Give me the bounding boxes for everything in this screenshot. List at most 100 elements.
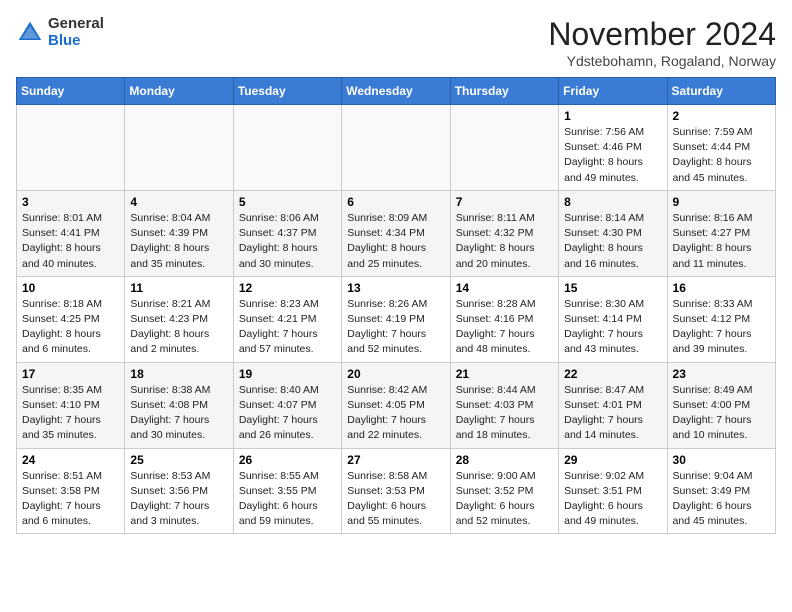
calendar-cell: 27Sunrise: 8:58 AM Sunset: 3:53 PM Dayli…	[342, 448, 450, 534]
calendar-cell	[17, 105, 125, 191]
day-info: Sunrise: 8:35 AM Sunset: 4:10 PM Dayligh…	[22, 383, 119, 444]
calendar-cell: 13Sunrise: 8:26 AM Sunset: 4:19 PM Dayli…	[342, 276, 450, 362]
calendar-cell: 7 Sunrise: 8:11 AM Sunset: 4:32 PM Daylig…	[450, 190, 558, 276]
day-number: 24	[22, 453, 119, 467]
calendar-cell: 23 Sunrise: 8:49 AM Sunset: 4:00 PM Dayli…	[667, 362, 775, 448]
logo-icon	[16, 19, 44, 47]
day-number: 17	[22, 367, 119, 381]
day-number: 11	[130, 281, 227, 295]
location-text: Ydstebohamn, Rogaland, Norway	[548, 53, 776, 69]
week-row-3: 10 Sunrise: 8:18 AM Sunset: 4:25 PM Dayli…	[17, 276, 776, 362]
week-row-5: 24 Sunrise: 8:51 AM Sunset: 3:58 PM Dayli…	[17, 448, 776, 534]
day-info: Sunrise: 8:42 AM Sunset: 4:05 PM Dayligh…	[347, 383, 444, 444]
day-number: 9	[673, 195, 770, 209]
calendar-cell: 15 Sunrise: 8:30 AM Sunset: 4:14 PM Dayli…	[559, 276, 667, 362]
day-info: Sunrise: 8:28 AM Sunset: 4:16 PM Dayligh…	[456, 297, 553, 358]
day-number: 30	[673, 453, 770, 467]
logo-blue-text: Blue	[48, 33, 104, 50]
calendar-cell: 17 Sunrise: 8:35 AM Sunset: 4:10 PM Dayli…	[17, 362, 125, 448]
calendar-cell	[342, 105, 450, 191]
day-number: 25	[130, 453, 227, 467]
calendar-cell	[233, 105, 341, 191]
day-number: 20	[347, 367, 444, 381]
day-info: Sunrise: 8:23 AM Sunset: 4:21 PM Dayligh…	[239, 297, 336, 358]
weekday-header-wednesday: Wednesday	[342, 78, 450, 105]
day-number: 4	[130, 195, 227, 209]
week-row-2: 3 Sunrise: 8:01 AM Sunset: 4:41 PM Daylig…	[17, 190, 776, 276]
day-number: 19	[239, 367, 336, 381]
day-number: 16	[673, 281, 770, 295]
day-info: Sunrise: 9:02 AM Sunset: 3:51 PM Dayligh…	[564, 469, 661, 530]
day-number: 1	[564, 109, 661, 123]
day-number: 6	[347, 195, 444, 209]
day-info: Sunrise: 9:00 AM Sunset: 3:52 PM Dayligh…	[456, 469, 553, 530]
day-info: Sunrise: 8:21 AM Sunset: 4:23 PM Dayligh…	[130, 297, 227, 358]
day-info: Sunrise: 8:04 AM Sunset: 4:39 PM Dayligh…	[130, 211, 227, 272]
day-number: 7	[456, 195, 553, 209]
calendar-cell: 26 Sunrise: 8:55 AM Sunset: 3:55 PM Dayli…	[233, 448, 341, 534]
day-number: 21	[456, 367, 553, 381]
day-info: Sunrise: 8:51 AM Sunset: 3:58 PM Dayligh…	[22, 469, 119, 530]
day-number: 10	[22, 281, 119, 295]
calendar-cell: 20 Sunrise: 8:42 AM Sunset: 4:05 PM Dayli…	[342, 362, 450, 448]
weekday-header-monday: Monday	[125, 78, 233, 105]
day-info: Sunrise: 8:55 AM Sunset: 3:55 PM Dayligh…	[239, 469, 336, 530]
day-number: 3	[22, 195, 119, 209]
day-number: 27	[347, 453, 444, 467]
day-info: Sunrise: 8:44 AM Sunset: 4:03 PM Dayligh…	[456, 383, 553, 444]
day-info: Sunrise: 8:40 AM Sunset: 4:07 PM Dayligh…	[239, 383, 336, 444]
day-number: 23	[673, 367, 770, 381]
day-number: 15	[564, 281, 661, 295]
day-number: 14	[456, 281, 553, 295]
day-info: Sunrise: 8:11 AM Sunset: 4:32 PM Dayligh…	[456, 211, 553, 272]
day-info: Sunrise: 7:56 AM Sunset: 4:46 PM Dayligh…	[564, 125, 661, 186]
logo: General Blue	[16, 16, 104, 49]
calendar-cell	[450, 105, 558, 191]
calendar-cell: 28 Sunrise: 9:00 AM Sunset: 3:52 PM Dayli…	[450, 448, 558, 534]
calendar-cell: 5 Sunrise: 8:06 AM Sunset: 4:37 PM Daylig…	[233, 190, 341, 276]
day-info: Sunrise: 8:38 AM Sunset: 4:08 PM Dayligh…	[130, 383, 227, 444]
logo-text: General Blue	[48, 16, 104, 49]
calendar-cell: 11 Sunrise: 8:21 AM Sunset: 4:23 PM Dayli…	[125, 276, 233, 362]
weekday-header-row: SundayMondayTuesdayWednesdayThursdayFrid…	[17, 78, 776, 105]
calendar-cell: 24 Sunrise: 8:51 AM Sunset: 3:58 PM Dayli…	[17, 448, 125, 534]
week-row-4: 17 Sunrise: 8:35 AM Sunset: 4:10 PM Dayli…	[17, 362, 776, 448]
calendar-cell: 21 Sunrise: 8:44 AM Sunset: 4:03 PM Dayli…	[450, 362, 558, 448]
day-info: Sunrise: 8:06 AM Sunset: 4:37 PM Dayligh…	[239, 211, 336, 272]
day-info: Sunrise: 8:26 AM Sunset: 4:19 PM Dayligh…	[347, 297, 444, 358]
calendar-table: SundayMondayTuesdayWednesdayThursdayFrid…	[16, 77, 776, 534]
day-info: Sunrise: 9:04 AM Sunset: 3:49 PM Dayligh…	[673, 469, 770, 530]
day-number: 18	[130, 367, 227, 381]
title-block: November 2024 Ydstebohamn, Rogaland, Nor…	[548, 16, 776, 69]
day-number: 8	[564, 195, 661, 209]
day-number: 29	[564, 453, 661, 467]
calendar-cell: 4 Sunrise: 8:04 AM Sunset: 4:39 PM Daylig…	[125, 190, 233, 276]
calendar-cell: 2Sunrise: 7:59 AM Sunset: 4:44 PM Daylig…	[667, 105, 775, 191]
day-info: Sunrise: 8:16 AM Sunset: 4:27 PM Dayligh…	[673, 211, 770, 272]
day-info: Sunrise: 8:30 AM Sunset: 4:14 PM Dayligh…	[564, 297, 661, 358]
day-number: 2	[673, 109, 770, 123]
calendar-cell: 3 Sunrise: 8:01 AM Sunset: 4:41 PM Daylig…	[17, 190, 125, 276]
day-number: 26	[239, 453, 336, 467]
calendar-cell: 25Sunrise: 8:53 AM Sunset: 3:56 PM Dayli…	[125, 448, 233, 534]
day-info: Sunrise: 8:09 AM Sunset: 4:34 PM Dayligh…	[347, 211, 444, 272]
day-info: Sunrise: 8:18 AM Sunset: 4:25 PM Dayligh…	[22, 297, 119, 358]
weekday-header-sunday: Sunday	[17, 78, 125, 105]
day-info: Sunrise: 8:14 AM Sunset: 4:30 PM Dayligh…	[564, 211, 661, 272]
calendar-cell: 6 Sunrise: 8:09 AM Sunset: 4:34 PM Daylig…	[342, 190, 450, 276]
day-info: Sunrise: 8:49 AM Sunset: 4:00 PM Dayligh…	[673, 383, 770, 444]
weekday-header-friday: Friday	[559, 78, 667, 105]
calendar-cell: 30 Sunrise: 9:04 AM Sunset: 3:49 PM Dayli…	[667, 448, 775, 534]
weekday-header-saturday: Saturday	[667, 78, 775, 105]
day-info: Sunrise: 8:33 AM Sunset: 4:12 PM Dayligh…	[673, 297, 770, 358]
calendar-cell: 29 Sunrise: 9:02 AM Sunset: 3:51 PM Dayli…	[559, 448, 667, 534]
day-number: 5	[239, 195, 336, 209]
month-title: November 2024	[548, 16, 776, 53]
day-number: 22	[564, 367, 661, 381]
day-info: Sunrise: 8:01 AM Sunset: 4:41 PM Dayligh…	[22, 211, 119, 272]
calendar-cell: 9 Sunrise: 8:16 AM Sunset: 4:27 PM Daylig…	[667, 190, 775, 276]
day-number: 28	[456, 453, 553, 467]
weekday-header-thursday: Thursday	[450, 78, 558, 105]
calendar-cell: 22Sunrise: 8:47 AM Sunset: 4:01 PM Dayli…	[559, 362, 667, 448]
logo-general-text: General	[48, 16, 104, 33]
